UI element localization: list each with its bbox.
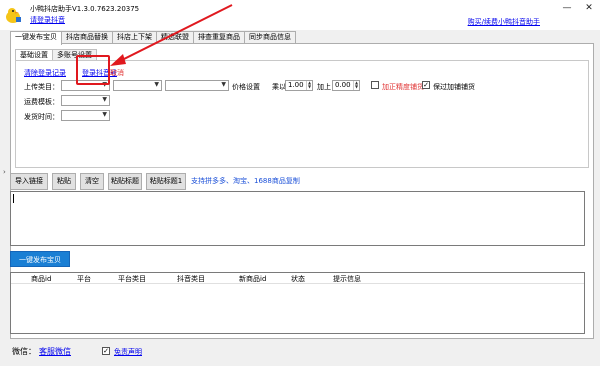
multiply-value: 1.00 [288,81,304,89]
links-textarea[interactable] [10,191,585,246]
text-caret [13,194,14,203]
category-label: 上传类目： [24,83,59,91]
spin-arrows-icon[interactable]: ▲ ▼ [353,81,359,90]
chevron-down-icon: ▼ [154,81,159,88]
paste-title1-button[interactable]: 粘贴标题1 [146,173,186,190]
cancel-link[interactable]: 取消 [110,68,124,78]
service-wechat-link[interactable]: 客服微信 [39,346,71,357]
clear-button[interactable]: 清空 [80,173,104,190]
add-value: 0.00 [335,81,351,89]
discount-checkbox-label: 保过加铺铺货 [433,83,475,91]
results-table: 商品id 平台 平台类目 抖音类目 新商品id 状态 提示信息 [10,272,585,334]
minimize-button[interactable]: — [562,3,572,13]
tab-publish[interactable]: 一键发布宝贝 [10,31,62,45]
add-label: 加上 [317,83,331,91]
ship-time-label: 发货时间： [24,113,59,121]
close-button[interactable]: ✕ [584,3,594,13]
disclaimer-link[interactable]: 免责声明 [114,347,142,357]
publish-button[interactable]: 一键发布宝贝 [10,251,70,267]
discount-checkbox[interactable]: ✓ [422,81,430,89]
add-stepper[interactable]: 0.00 ▲ ▼ [332,80,360,91]
paste-title-button[interactable]: 粘贴标题 [108,173,142,190]
price-label: 价格设置 [232,83,260,91]
freight-select[interactable]: ▼ [61,95,110,106]
buy-renew-link[interactable]: 购买/续费小鸭抖音助手 [468,17,540,27]
app-title: 小鸭抖店助手V1.3.0.7623.20375 [30,5,140,13]
collapse-arrow-icon[interactable]: › [3,168,6,176]
multiply-label: 乘以 [272,83,286,91]
duck-logo-icon [6,8,21,23]
clear-records-link[interactable]: 清除登录记录 [24,68,66,78]
decimal-checkbox[interactable] [371,81,379,89]
disclaimer-checkbox[interactable]: ✓ [102,347,110,355]
spin-arrows-icon[interactable]: ▲ ▼ [306,81,312,90]
category-select-3[interactable]: ▼ [165,80,229,91]
import-links-button[interactable]: 导入链接 [10,173,48,190]
title-bar: 小鸭抖店助手V1.3.0.7623.20375 请登录抖音 购买/续费小鸭抖音助… [0,0,600,30]
paste-button[interactable]: 粘贴 [52,173,76,190]
multiply-stepper[interactable]: 1.00 ▲ ▼ [285,80,313,91]
decimal-checkbox-label: 加正精度铺货 [382,83,424,91]
login-douyin-link[interactable]: 请登录抖音 [30,15,65,25]
chevron-down-icon: ▼ [102,96,107,103]
chevron-down-icon: ▼ [221,81,226,88]
category-select-2[interactable]: ▼ [113,80,162,91]
highlight-box [76,55,110,85]
ship-time-select[interactable]: ▼ [61,110,110,121]
chevron-down-icon: ▼ [102,111,107,118]
support-platforms-text: 支持拼多多、淘宝、1688商品复制 [191,177,300,185]
header-divider [11,283,584,284]
freight-label: 运费模板： [24,98,59,106]
wechat-label: 微信： [12,347,36,356]
